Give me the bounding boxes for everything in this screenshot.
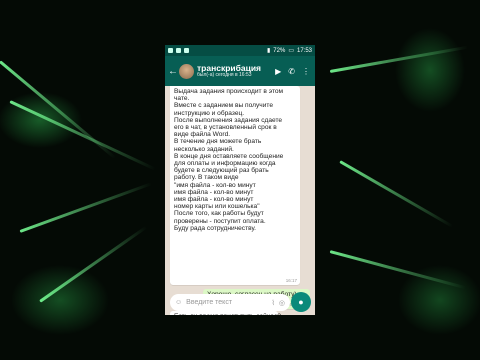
message-text-line: Выдача задания происходит в этом <box>174 88 284 95</box>
message-text-line: работу. В таком виде <box>174 174 239 182</box>
message-time: 16:17 <box>285 277 297 283</box>
contact-info[interactable]: транскрибация был(-а) сегодня в 16:53 <box>197 63 272 78</box>
light-ray <box>0 60 116 160</box>
message-text-line: Вместе с заданием вы получите <box>174 102 273 110</box>
light-ray <box>339 160 454 228</box>
attach-icon[interactable]: ⌇ <box>271 299 274 307</box>
light-ray <box>329 250 466 290</box>
last-seen: был(-а) сегодня в 16:53 <box>197 71 252 78</box>
message-list[interactable]: Выдача задания происходит в этом чате. Вме… <box>165 86 315 315</box>
video-call-icon[interactable]: ▶ <box>275 67 281 76</box>
message-text-line: Буду рада сотрудничеству. <box>174 224 256 232</box>
status-bar: ▮ 72% ▭ 17:53 <box>165 45 315 56</box>
mic-icon[interactable]: ● <box>291 292 311 312</box>
camera-icon[interactable]: ◎ <box>279 299 285 307</box>
light-ray <box>9 100 156 171</box>
battery-percent: 72% <box>273 47 286 54</box>
message-text-line: проверены - поступит оплата. <box>174 217 266 225</box>
message-text-line: чате. <box>174 95 190 103</box>
message-text-line: После того, как работы будут <box>174 210 264 218</box>
notification-icon <box>168 48 173 53</box>
light-ray <box>39 225 148 303</box>
message-text-line: инструкцию и образец. <box>174 109 245 117</box>
message-text-line: После выполнения задания сдаете <box>174 116 283 124</box>
clock: 17:53 <box>296 47 312 54</box>
phone-icon[interactable]: ✆ <box>288 67 295 76</box>
emoji-icon[interactable]: ☺ <box>175 299 182 306</box>
notification-icon <box>176 48 181 53</box>
message-text-line: В течение дня можете брать <box>174 138 262 146</box>
incoming-message[interactable]: Выдача задания происходит в этом чате. Вме… <box>170 86 300 285</box>
signal-icon: ▮ <box>266 48 271 54</box>
message-composer[interactable]: ☺ Введите текст ⌇ ◎ <box>170 294 290 311</box>
message-text-line: В конце дня оставляете сообщение <box>174 152 284 160</box>
light-ray <box>19 182 153 233</box>
arrow-left-icon[interactable]: ← <box>168 66 178 77</box>
battery-icon: ▭ <box>288 48 294 54</box>
notification-icon <box>184 48 189 53</box>
message-text-line: "имя файла - кол-во минут <box>174 181 256 189</box>
message-text-line: имя файла - кол-во минут <box>174 196 254 204</box>
chat-header: ← транскрибация был(-а) сегодня в 16:53 … <box>165 56 315 86</box>
message-text-line: несколько заданий. <box>174 145 234 153</box>
incoming-message[interactable]: Есть ли время приступить сейчас?16:53 <box>170 311 281 315</box>
avatar[interactable] <box>179 63 194 79</box>
message-input[interactable]: Введите текст <box>186 299 267 306</box>
message-text-line: имя файла - кол-во минут <box>174 188 254 196</box>
message-text-line: Есть ли время приступить сейчас? <box>174 313 281 315</box>
more-vert-icon[interactable]: ⋮ <box>302 67 310 76</box>
light-ray <box>329 45 469 73</box>
phone-screen: ▮ 72% ▭ 17:53 ← транскрибация был(-а) се… <box>165 45 315 315</box>
